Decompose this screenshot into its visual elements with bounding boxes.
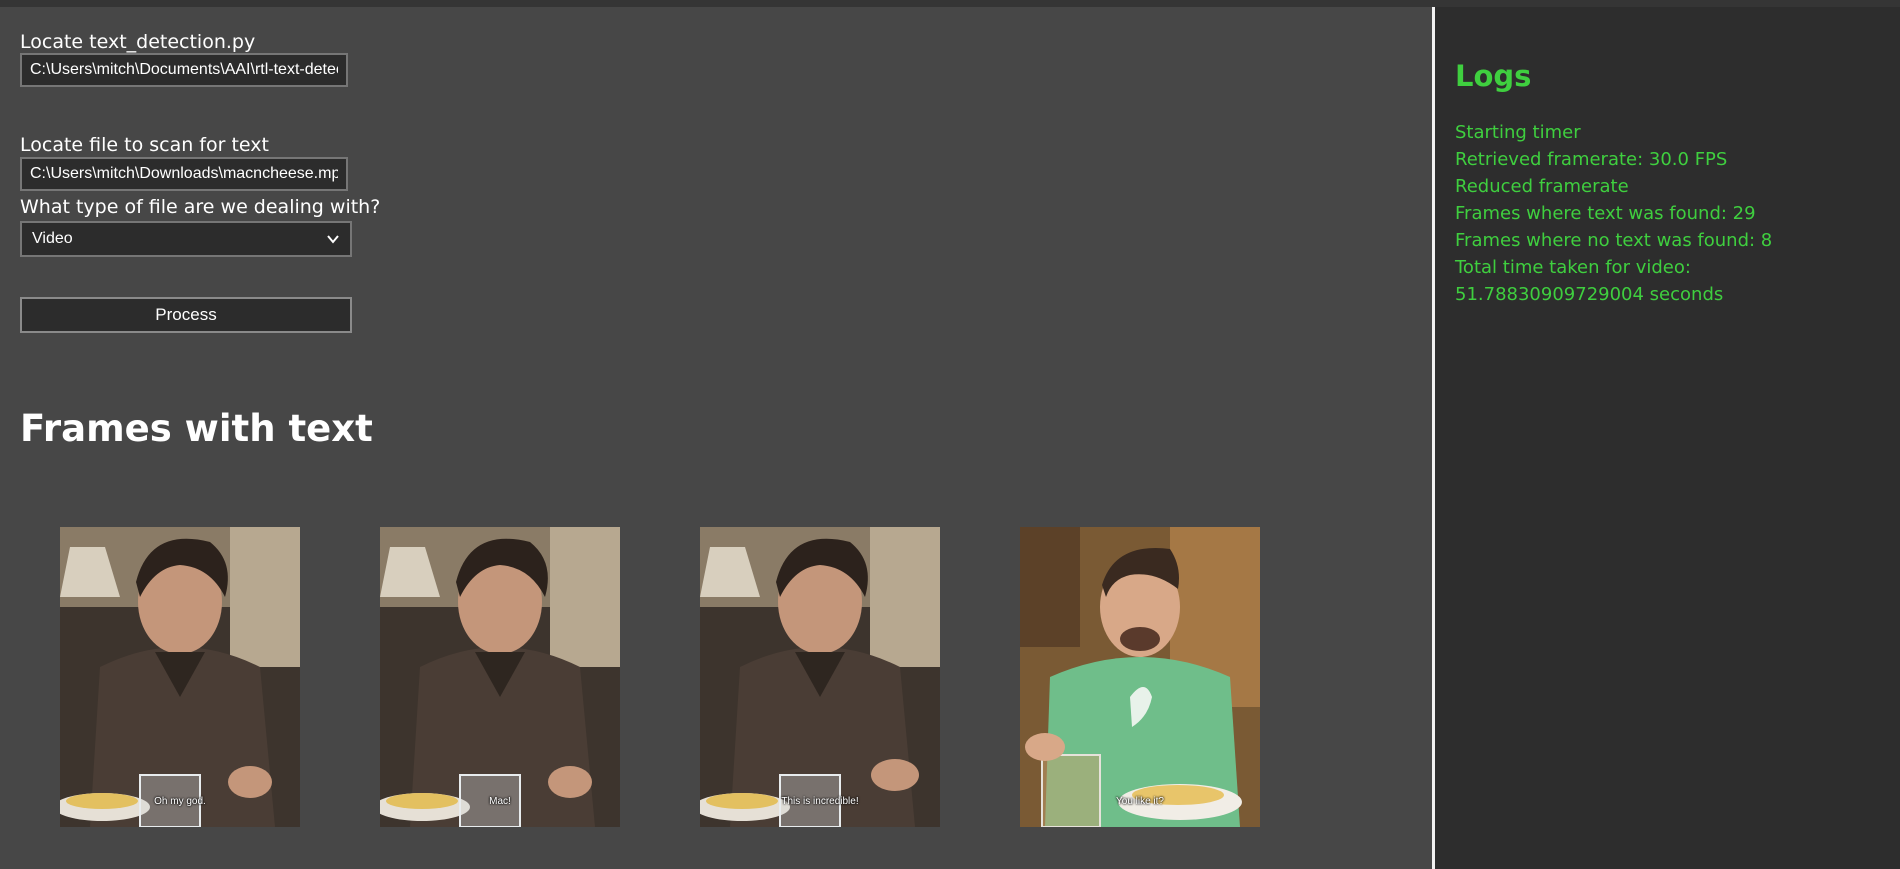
file-type-select[interactable]: Video <box>20 221 352 257</box>
log-list: Starting timer Retrieved framerate: 30.0… <box>1455 119 1885 308</box>
logs-title: Logs <box>1455 59 1532 93</box>
log-line: Frames where text was found: 29 <box>1455 203 1756 224</box>
scan-file-input[interactable] <box>20 157 348 191</box>
chevron-down-icon <box>327 235 339 244</box>
process-button[interactable]: Process <box>20 297 352 333</box>
frames-gallery: Oh my god. Mac! This is incredible! You … <box>0 527 1432 827</box>
frame-image <box>60 527 300 827</box>
log-line: Starting timer <box>1455 122 1581 143</box>
file-type-label: What type of file are we dealing with? <box>20 196 381 218</box>
log-line: Total time taken for video: 51.788309097… <box>1455 257 1724 305</box>
frame-image <box>700 527 940 827</box>
frame-caption: Mac! <box>489 796 511 807</box>
frame-image <box>380 527 620 827</box>
main-panel: Locate text_detection.py Locate file to … <box>0 7 1432 869</box>
script-path-label: Locate text_detection.py <box>20 31 256 53</box>
script-path-input[interactable] <box>20 53 348 87</box>
frame-caption: This is incredible! <box>781 796 859 807</box>
frame-thumbnail[interactable]: This is incredible! <box>700 527 940 827</box>
frame-thumbnail[interactable]: You like it? <box>1020 527 1260 827</box>
frame-caption: Oh my god. <box>154 796 206 807</box>
log-line: Retrieved framerate: 30.0 FPS <box>1455 149 1728 170</box>
frame-thumbnail[interactable]: Oh my god. <box>60 527 300 827</box>
log-line: Reduced framerate <box>1455 176 1629 197</box>
file-type-selected-value: Video <box>32 230 73 247</box>
log-line: Frames where no text was found: 8 <box>1455 230 1773 251</box>
logs-panel: Logs Starting timer Retrieved framerate:… <box>1435 7 1900 869</box>
frame-thumbnail[interactable]: Mac! <box>380 527 620 827</box>
frame-image <box>1020 527 1260 827</box>
scan-file-label: Locate file to scan for text <box>20 134 269 156</box>
top-bar <box>0 0 1900 7</box>
frame-caption: You like it? <box>1116 796 1164 807</box>
frames-heading: Frames with text <box>20 407 373 450</box>
